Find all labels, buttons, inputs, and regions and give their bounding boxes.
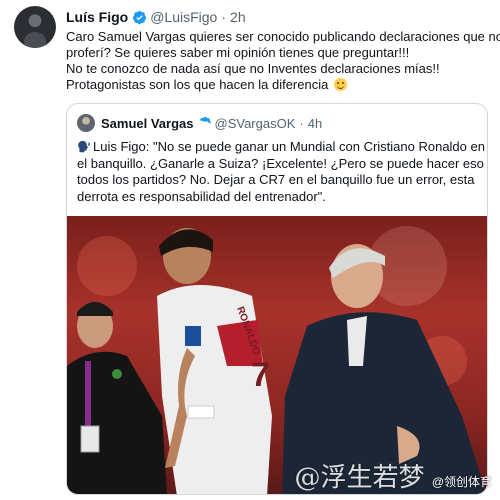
separator-dot: · [221, 9, 227, 25]
verified-badge-icon [133, 10, 147, 24]
tweet-text: Caro Samuel Vargas quieres ser conocido … [66, 29, 500, 93]
quoted-time: 4h [307, 115, 323, 131]
tweet-card[interactable]: Luís Figo @LuisFigo · 2h Caro Samuel Var… [0, 0, 500, 500]
tweet-time[interactable]: 2h [230, 9, 246, 25]
speaking-head-icon [78, 140, 90, 153]
quoted-line: Luis Figo: "No se puede ganar un Mundial… [93, 139, 485, 154]
tweet-line: proferí? Se quieres saber mi opinión tie… [66, 45, 410, 60]
quoted-line: el banquillo. ¿Ganarle a Suiza? ¡Excelen… [77, 155, 488, 171]
author-handle[interactable]: @LuisFigo [150, 9, 217, 25]
quoted-line: derrota es responsabilidad del entrenado… [77, 188, 326, 204]
tweet-line: Caro Samuel Vargas quieres ser conocido … [66, 29, 500, 44]
watermark-small: @领创体育 [431, 475, 492, 489]
smiling-face-emoji-icon [333, 78, 347, 91]
jersey-number: 7 [251, 356, 270, 394]
watermark: @浮生若梦 @领创体育 [294, 457, 492, 494]
verified-badge-icon [199, 116, 211, 126]
separator-dot: · [299, 115, 304, 131]
quoted-handle: @SVargasOK [214, 115, 296, 131]
quoted-author-name: Samuel Vargas [101, 115, 194, 131]
watermark-big: @浮生若梦 [294, 463, 425, 493]
quoted-text: Luis Figo: "No se puede ganar un Mundial… [77, 139, 488, 205]
tweet-header: Luís Figo @LuisFigo · 2h [66, 8, 246, 26]
author-avatar[interactable] [14, 6, 56, 48]
quoted-line: todos los partidos? No. Dejar a CR7 en e… [77, 172, 475, 187]
quoted-header: Samuel Vargas @SVargasOK · 4h [77, 114, 322, 132]
tweet-line: No te conozco de nada así que no Invente… [66, 61, 440, 76]
author-name[interactable]: Luís Figo [66, 9, 128, 25]
tweet-line: Protagonistas son los que hacen la difer… [66, 77, 329, 92]
quoted-author-avatar [77, 114, 95, 132]
tweet-line-last: Protagonistas son los que hacen la difer… [66, 77, 494, 93]
quoted-photo[interactable]: 7 RONALDO [67, 216, 487, 494]
photo-scene: 7 RONALDO [67, 228, 487, 494]
quoted-line-first: Luis Figo: "No se puede ganar un Mundial… [77, 139, 485, 156]
quoted-tweet[interactable]: Samuel Vargas @SVargasOK · 4h Luis Figo:… [66, 103, 488, 495]
